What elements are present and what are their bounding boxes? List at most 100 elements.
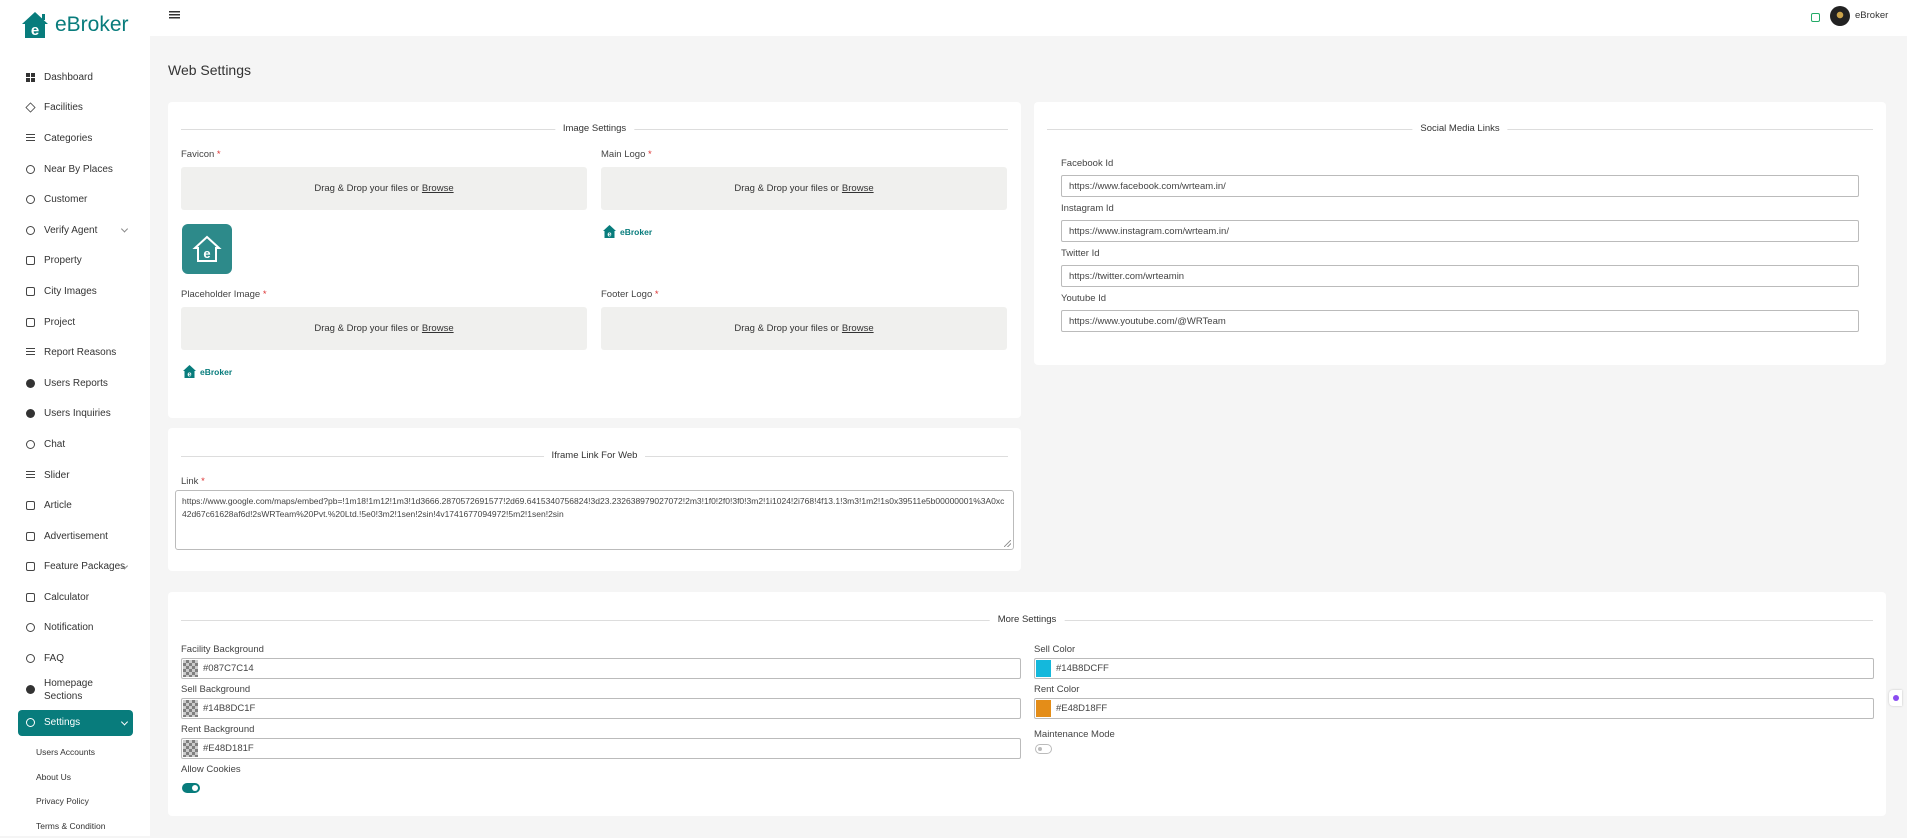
facility-background-label: Facility Background: [181, 644, 264, 655]
youtube-input[interactable]: https://www.youtube.com/@WRTeam: [1061, 310, 1859, 332]
sidebar-item-label: Homepage Sections: [44, 677, 93, 702]
package-icon: [26, 562, 35, 572]
sidebar-item-facilities[interactable]: Facilities: [18, 93, 133, 124]
main-logo-dropzone[interactable]: Drag & Drop your files or Browse: [601, 167, 1007, 210]
sidebar-item-users-inquiries[interactable]: Users Inquiries: [18, 399, 133, 430]
link-label: Link *: [181, 476, 205, 487]
chevron-down-icon: [120, 225, 129, 233]
sidebar-subitem-about-us[interactable]: About Us: [18, 764, 133, 789]
facility-background-color-input[interactable]: #087C7C14: [181, 658, 1021, 679]
sidebar-item-property[interactable]: Property: [18, 246, 133, 277]
sidebar-item-label: Report Reasons: [44, 347, 117, 359]
sidebar-item-label: Users Reports: [44, 377, 108, 389]
placeholder-dropzone[interactable]: Drag & Drop your files or Browse: [181, 307, 587, 350]
favicon-dropzone[interactable]: Drag & Drop your files or Browse: [181, 167, 587, 210]
sidebar-item-label: Verify Agent: [44, 224, 98, 236]
label-text: Favicon: [181, 149, 215, 160]
sidebar-item-report-reasons[interactable]: Report Reasons: [18, 337, 133, 368]
sidebar-item-slider[interactable]: Slider: [18, 460, 133, 491]
instagram-input[interactable]: https://www.instagram.com/wrteam.in/: [1061, 220, 1859, 242]
svg-text:e: e: [187, 370, 191, 379]
browse-link[interactable]: Browse: [842, 183, 874, 194]
language-icon[interactable]: [1811, 13, 1820, 22]
social-media-legend: Social Media Links: [1047, 123, 1873, 134]
house-logo-icon: e: [183, 365, 196, 379]
label-text: Footer Logo: [601, 289, 653, 300]
youtube-label: Youtube Id: [1061, 293, 1107, 304]
sidebar-item-notification[interactable]: Notification: [18, 613, 133, 644]
drop-text: Drag & Drop your files or: [734, 323, 839, 334]
footer-logo-dropzone[interactable]: Drag & Drop your files or Browse: [601, 307, 1007, 350]
sidebar-item-users-reports[interactable]: Users Reports: [18, 368, 133, 399]
rent-background-color-input[interactable]: #E48D181F: [181, 738, 1021, 759]
iframe-legend: Iframe Link For Web: [181, 450, 1008, 461]
facebook-input[interactable]: https://www.facebook.com/wrteam.in/: [1061, 175, 1859, 197]
favicon-preview: e: [182, 224, 232, 274]
twitter-input[interactable]: https://twitter.com/wrteamin: [1061, 265, 1859, 287]
list-icon: [26, 348, 35, 358]
user-name[interactable]: eBroker: [1855, 10, 1888, 21]
sidebar-item-label: Slider: [44, 469, 70, 481]
color-value: #E48D18FF: [1056, 703, 1108, 714]
browse-link[interactable]: Browse: [422, 183, 454, 194]
iframe-link-textarea[interactable]: https://www.google.com/maps/embed?pb=!1m…: [175, 490, 1014, 550]
color-swatch[interactable]: [1036, 700, 1051, 717]
maintenance-mode-toggle[interactable]: [1035, 744, 1052, 754]
color-swatch[interactable]: [1036, 660, 1051, 677]
house-logo-icon: e: [22, 12, 48, 39]
maintenance-mode-label: Maintenance Mode: [1034, 729, 1115, 740]
rent-color-label: Rent Color: [1034, 684, 1080, 695]
required-mark: *: [262, 289, 267, 300]
color-swatch[interactable]: [183, 740, 198, 757]
browse-link[interactable]: Browse: [422, 323, 454, 334]
sidebar-item-near-by-places[interactable]: Near By Places: [18, 154, 133, 185]
brand-name: eBroker: [55, 13, 129, 36]
label-text: Main Logo: [601, 149, 646, 160]
sidebar-subitem-terms[interactable]: Terms & Condition: [18, 814, 133, 838]
sidebar-item-article[interactable]: Article: [18, 490, 133, 521]
sidebar-item-label: Facilities: [44, 102, 83, 114]
sidebar-item-homepage-sections[interactable]: Homepage Sections: [18, 674, 133, 706]
sidebar-item-advertisement[interactable]: Advertisement: [18, 521, 133, 552]
svg-text:e: e: [31, 22, 39, 39]
placeholder-preview: e eBroker: [182, 364, 232, 379]
house-logo-icon: e: [603, 225, 616, 239]
sidebar: e eBroker Dashboard Facilities Categorie…: [0, 0, 150, 836]
main-logo-preview: e eBroker: [602, 224, 652, 239]
sidebar-item-label: Advertisement: [44, 530, 108, 542]
advertisement-icon: [26, 531, 35, 541]
menu-toggle-icon[interactable]: [169, 11, 180, 20]
home-icon: [26, 317, 35, 327]
iframe-card: Iframe Link For Web Link * https://www.g…: [168, 428, 1021, 571]
sidebar-item-calculator[interactable]: Calculator: [18, 582, 133, 613]
sidebar-item-label: Calculator: [44, 591, 90, 603]
brand-logo[interactable]: e eBroker: [20, 10, 129, 40]
floating-widget-button[interactable]: [1889, 690, 1902, 706]
resize-handle-icon[interactable]: [1004, 540, 1011, 547]
sidebar-item-city-images[interactable]: City Images: [18, 276, 133, 307]
sidebar-item-dashboard[interactable]: Dashboard: [18, 62, 133, 93]
sidebar-item-label: Article: [44, 500, 72, 512]
browse-link[interactable]: Browse: [842, 323, 874, 334]
sidebar-item-label: Property: [44, 255, 82, 267]
sidebar-item-verify-agent[interactable]: Verify Agent: [18, 215, 133, 246]
sidebar-item-customer[interactable]: Customer: [18, 184, 133, 215]
sell-color-input[interactable]: #14B8DCFF: [1034, 658, 1874, 679]
sidebar-item-categories[interactable]: Categories: [18, 123, 133, 154]
main-logo-label: Main Logo *: [601, 149, 652, 160]
sidebar-subitem-privacy-policy[interactable]: Privacy Policy: [18, 789, 133, 814]
color-value: #E48D181F: [203, 743, 254, 754]
drop-text: Drag & Drop your files or: [734, 183, 839, 194]
sell-background-color-input[interactable]: #14B8DC1F: [181, 698, 1021, 719]
color-swatch[interactable]: [183, 660, 198, 677]
sidebar-item-faq[interactable]: FAQ: [18, 643, 133, 674]
sidebar-item-settings[interactable]: Settings: [18, 709, 133, 736]
avatar[interactable]: [1830, 6, 1850, 26]
sidebar-item-chat[interactable]: Chat: [18, 429, 133, 460]
sidebar-subitem-users-accounts[interactable]: Users Accounts: [18, 740, 133, 765]
rent-color-input[interactable]: #E48D18FF: [1034, 698, 1874, 719]
color-swatch[interactable]: [183, 700, 198, 717]
sidebar-item-project[interactable]: Project: [18, 307, 133, 338]
sidebar-item-feature-packages[interactable]: Feature Packages: [18, 552, 133, 583]
allow-cookies-toggle[interactable]: [182, 783, 200, 793]
